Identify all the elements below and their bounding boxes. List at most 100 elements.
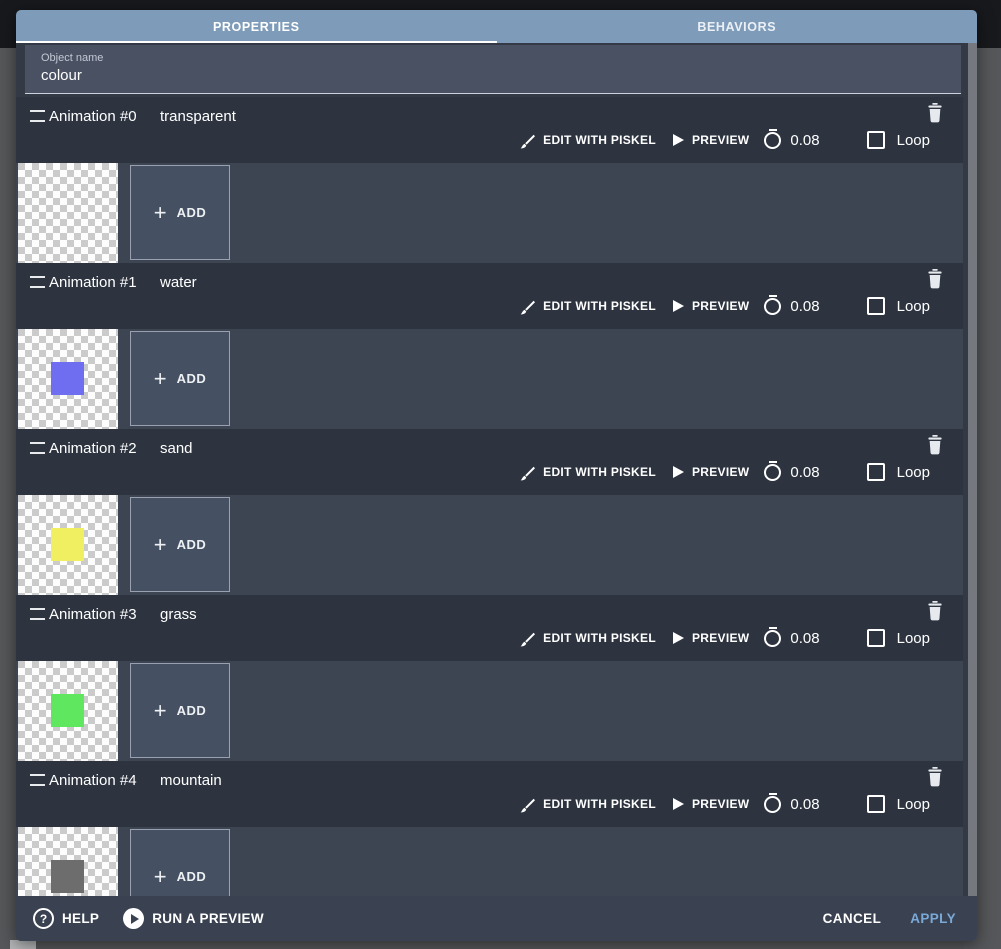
- frame-color-swatch: [51, 362, 84, 395]
- animation-header: Animation #3 grass EDIT WITH PISKEL PREV…: [16, 595, 963, 661]
- preview-button[interactable]: PREVIEW: [672, 133, 750, 147]
- animation-title: Animation #0: [49, 107, 137, 125]
- stopwatch-icon: [764, 792, 782, 813]
- loop-label: Loop: [896, 629, 930, 647]
- preview-button[interactable]: PREVIEW: [672, 299, 750, 313]
- drag-handle-icon[interactable]: [30, 110, 45, 122]
- object-name-value[interactable]: colour: [41, 67, 82, 84]
- play-icon: [672, 134, 684, 146]
- preview-label: PREVIEW: [691, 133, 750, 147]
- frame-color-swatch: [51, 860, 84, 893]
- animation-name-input[interactable]: water: [160, 274, 197, 291]
- help-button[interactable]: ? HELP: [33, 908, 99, 929]
- add-frame-label: ADD: [176, 703, 207, 718]
- preview-label: PREVIEW: [691, 299, 750, 313]
- drag-handle-icon[interactable]: [30, 608, 45, 620]
- dialog-footer: ? HELP RUN A PREVIEW CANCEL APPLY: [16, 896, 977, 941]
- loop-label: Loop: [896, 795, 930, 813]
- object-name-field[interactable]: Object name colour: [25, 45, 961, 94]
- frames-row: + ADD: [16, 163, 963, 263]
- frame-thumbnail[interactable]: [18, 329, 118, 429]
- animations-list: Animation #0 transparent EDIT WITH PISKE…: [16, 97, 963, 896]
- frame-thumbnail[interactable]: [18, 163, 118, 263]
- loop-checkbox[interactable]: [866, 795, 885, 813]
- edit-with-piskel-button[interactable]: EDIT WITH PISKEL: [519, 630, 656, 647]
- frame-color-swatch: [51, 694, 84, 727]
- preview-button[interactable]: PREVIEW: [672, 631, 750, 645]
- edit-with-piskel-button[interactable]: EDIT WITH PISKEL: [519, 298, 656, 315]
- drag-handle-icon[interactable]: [30, 774, 45, 786]
- animation-name-input[interactable]: grass: [160, 606, 197, 623]
- drag-handle-icon[interactable]: [30, 442, 45, 454]
- animation-name-input[interactable]: sand: [160, 440, 193, 457]
- edit-with-piskel-button[interactable]: EDIT WITH PISKEL: [519, 796, 656, 813]
- frame-thumbnail[interactable]: [18, 661, 118, 761]
- cancel-button[interactable]: CANCEL: [823, 911, 882, 926]
- time-between-frames-value[interactable]: 0.08: [790, 132, 819, 149]
- loop-checkbox[interactable]: [866, 297, 885, 315]
- vertical-scrollbar[interactable]: [968, 43, 977, 941]
- add-frame-button[interactable]: + ADD: [130, 829, 230, 896]
- edit-with-piskel-button[interactable]: EDIT WITH PISKEL: [519, 132, 656, 149]
- run-a-preview-button[interactable]: RUN A PREVIEW: [123, 908, 264, 929]
- delete-animation-icon[interactable]: [927, 269, 943, 289]
- apply-button[interactable]: APPLY: [910, 911, 956, 926]
- preview-button[interactable]: PREVIEW: [672, 465, 750, 479]
- stopwatch-icon: [764, 128, 782, 149]
- frames-row: + ADD: [16, 661, 963, 761]
- animation-header: Animation #0 transparent EDIT WITH PISKE…: [16, 97, 963, 163]
- plus-icon: +: [153, 697, 167, 723]
- drag-handle-icon[interactable]: [30, 276, 45, 288]
- stopwatch-icon: [764, 460, 782, 481]
- add-frame-button[interactable]: + ADD: [130, 663, 230, 758]
- animation-header: Animation #2 sand EDIT WITH PISKEL PREVI…: [16, 429, 963, 495]
- edit-with-piskel-label: EDIT WITH PISKEL: [543, 631, 656, 645]
- object-editor-dialog: PROPERTIES BEHAVIORS Object name colour …: [16, 10, 977, 941]
- preview-label: PREVIEW: [691, 465, 750, 479]
- help-label: HELP: [62, 911, 100, 926]
- brush-icon: [520, 134, 536, 148]
- edit-with-piskel-button[interactable]: EDIT WITH PISKEL: [519, 464, 656, 481]
- delete-animation-icon[interactable]: [927, 103, 943, 123]
- preview-label: PREVIEW: [691, 631, 750, 645]
- loop-checkbox[interactable]: [866, 629, 885, 647]
- loop-label: Loop: [896, 297, 930, 315]
- frame-thumbnail[interactable]: [18, 495, 118, 595]
- add-frame-label: ADD: [176, 537, 207, 552]
- object-name-label: Object name: [41, 52, 104, 64]
- add-frame-button[interactable]: + ADD: [130, 497, 230, 592]
- time-between-frames-value[interactable]: 0.08: [790, 630, 819, 647]
- brush-icon: [520, 466, 536, 480]
- preview-button[interactable]: PREVIEW: [672, 797, 750, 811]
- time-between-frames-value[interactable]: 0.08: [790, 464, 819, 481]
- loop-checkbox[interactable]: [866, 463, 885, 481]
- stopwatch-icon: [764, 626, 782, 647]
- brush-icon: [520, 632, 536, 646]
- animation-section: Animation #4 mountain EDIT WITH PISKEL P…: [16, 761, 963, 896]
- loop-checkbox[interactable]: [866, 131, 885, 149]
- plus-icon: +: [153, 365, 167, 391]
- frame-thumbnail[interactable]: [18, 827, 118, 896]
- play-icon: [672, 300, 684, 312]
- time-between-frames-value[interactable]: 0.08: [790, 796, 819, 813]
- tab-bar: PROPERTIES BEHAVIORS: [16, 10, 977, 43]
- tab-properties[interactable]: PROPERTIES: [16, 10, 497, 43]
- delete-animation-icon[interactable]: [927, 435, 943, 455]
- animation-name-input[interactable]: mountain: [160, 772, 222, 789]
- animation-name-input[interactable]: transparent: [160, 108, 236, 125]
- preview-label: PREVIEW: [691, 797, 750, 811]
- run-a-preview-label: RUN A PREVIEW: [152, 911, 264, 926]
- loop-label: Loop: [896, 131, 930, 149]
- time-between-frames-value[interactable]: 0.08: [790, 298, 819, 315]
- animation-title: Animation #3: [49, 605, 137, 623]
- play-icon: [672, 798, 684, 810]
- tab-behaviors[interactable]: BEHAVIORS: [497, 10, 978, 43]
- delete-animation-icon[interactable]: [927, 601, 943, 621]
- frames-row: + ADD: [16, 495, 963, 595]
- add-frame-button[interactable]: + ADD: [130, 165, 230, 260]
- animation-title: Animation #2: [49, 439, 137, 457]
- edit-with-piskel-label: EDIT WITH PISKEL: [543, 797, 656, 811]
- delete-animation-icon[interactable]: [927, 767, 943, 787]
- run-preview-icon: [123, 908, 145, 929]
- add-frame-button[interactable]: + ADD: [130, 331, 230, 426]
